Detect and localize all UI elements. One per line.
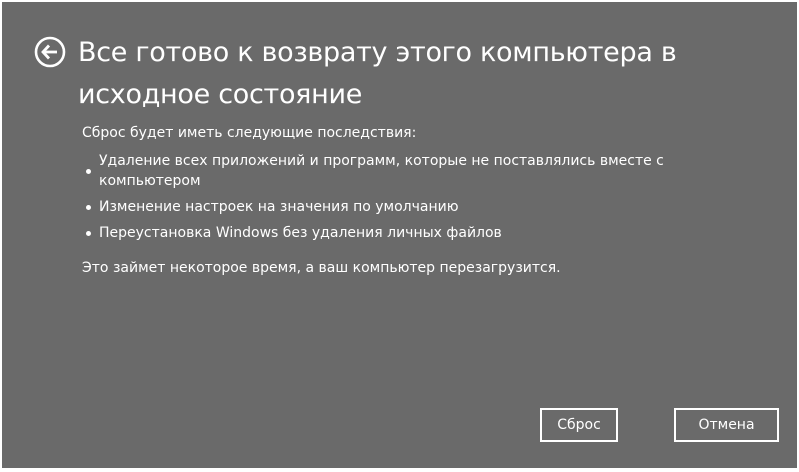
bullet-icon bbox=[86, 168, 91, 174]
page-title: Все готово к возврату этого компьютера в… bbox=[78, 37, 677, 110]
list-item-text: Удаление всех приложений и программ, кот… bbox=[99, 153, 664, 189]
consequences-list: Удаление всех приложений и программ, кот… bbox=[82, 151, 762, 243]
list-item: Удаление всех приложений и программ, кот… bbox=[82, 151, 762, 191]
list-item: Переустановка Windows без удаления личны… bbox=[82, 223, 762, 243]
list-item-text: Изменение настроек на значения по умолча… bbox=[99, 199, 459, 215]
bullet-icon bbox=[86, 230, 91, 236]
list-item-text: Переустановка Windows без удаления личны… bbox=[99, 225, 502, 241]
cancel-button[interactable]: Отмена bbox=[674, 408, 779, 442]
restart-note: Это займет некоторое время, а ваш компью… bbox=[82, 260, 561, 276]
list-item: Изменение настроек на значения по умолча… bbox=[82, 197, 762, 217]
arrow-left-circle-icon bbox=[34, 36, 66, 68]
reset-button[interactable]: Сброс bbox=[540, 408, 618, 442]
bullet-icon bbox=[86, 204, 91, 210]
consequences-intro: Сброс будет иметь следующие последствия: bbox=[82, 125, 417, 141]
reset-pc-dialog: Все готово к возврату этого компьютера в… bbox=[2, 2, 797, 468]
reset-description: Сброс будет иметь следующие последствия:… bbox=[82, 122, 762, 279]
back-button[interactable] bbox=[34, 36, 66, 68]
